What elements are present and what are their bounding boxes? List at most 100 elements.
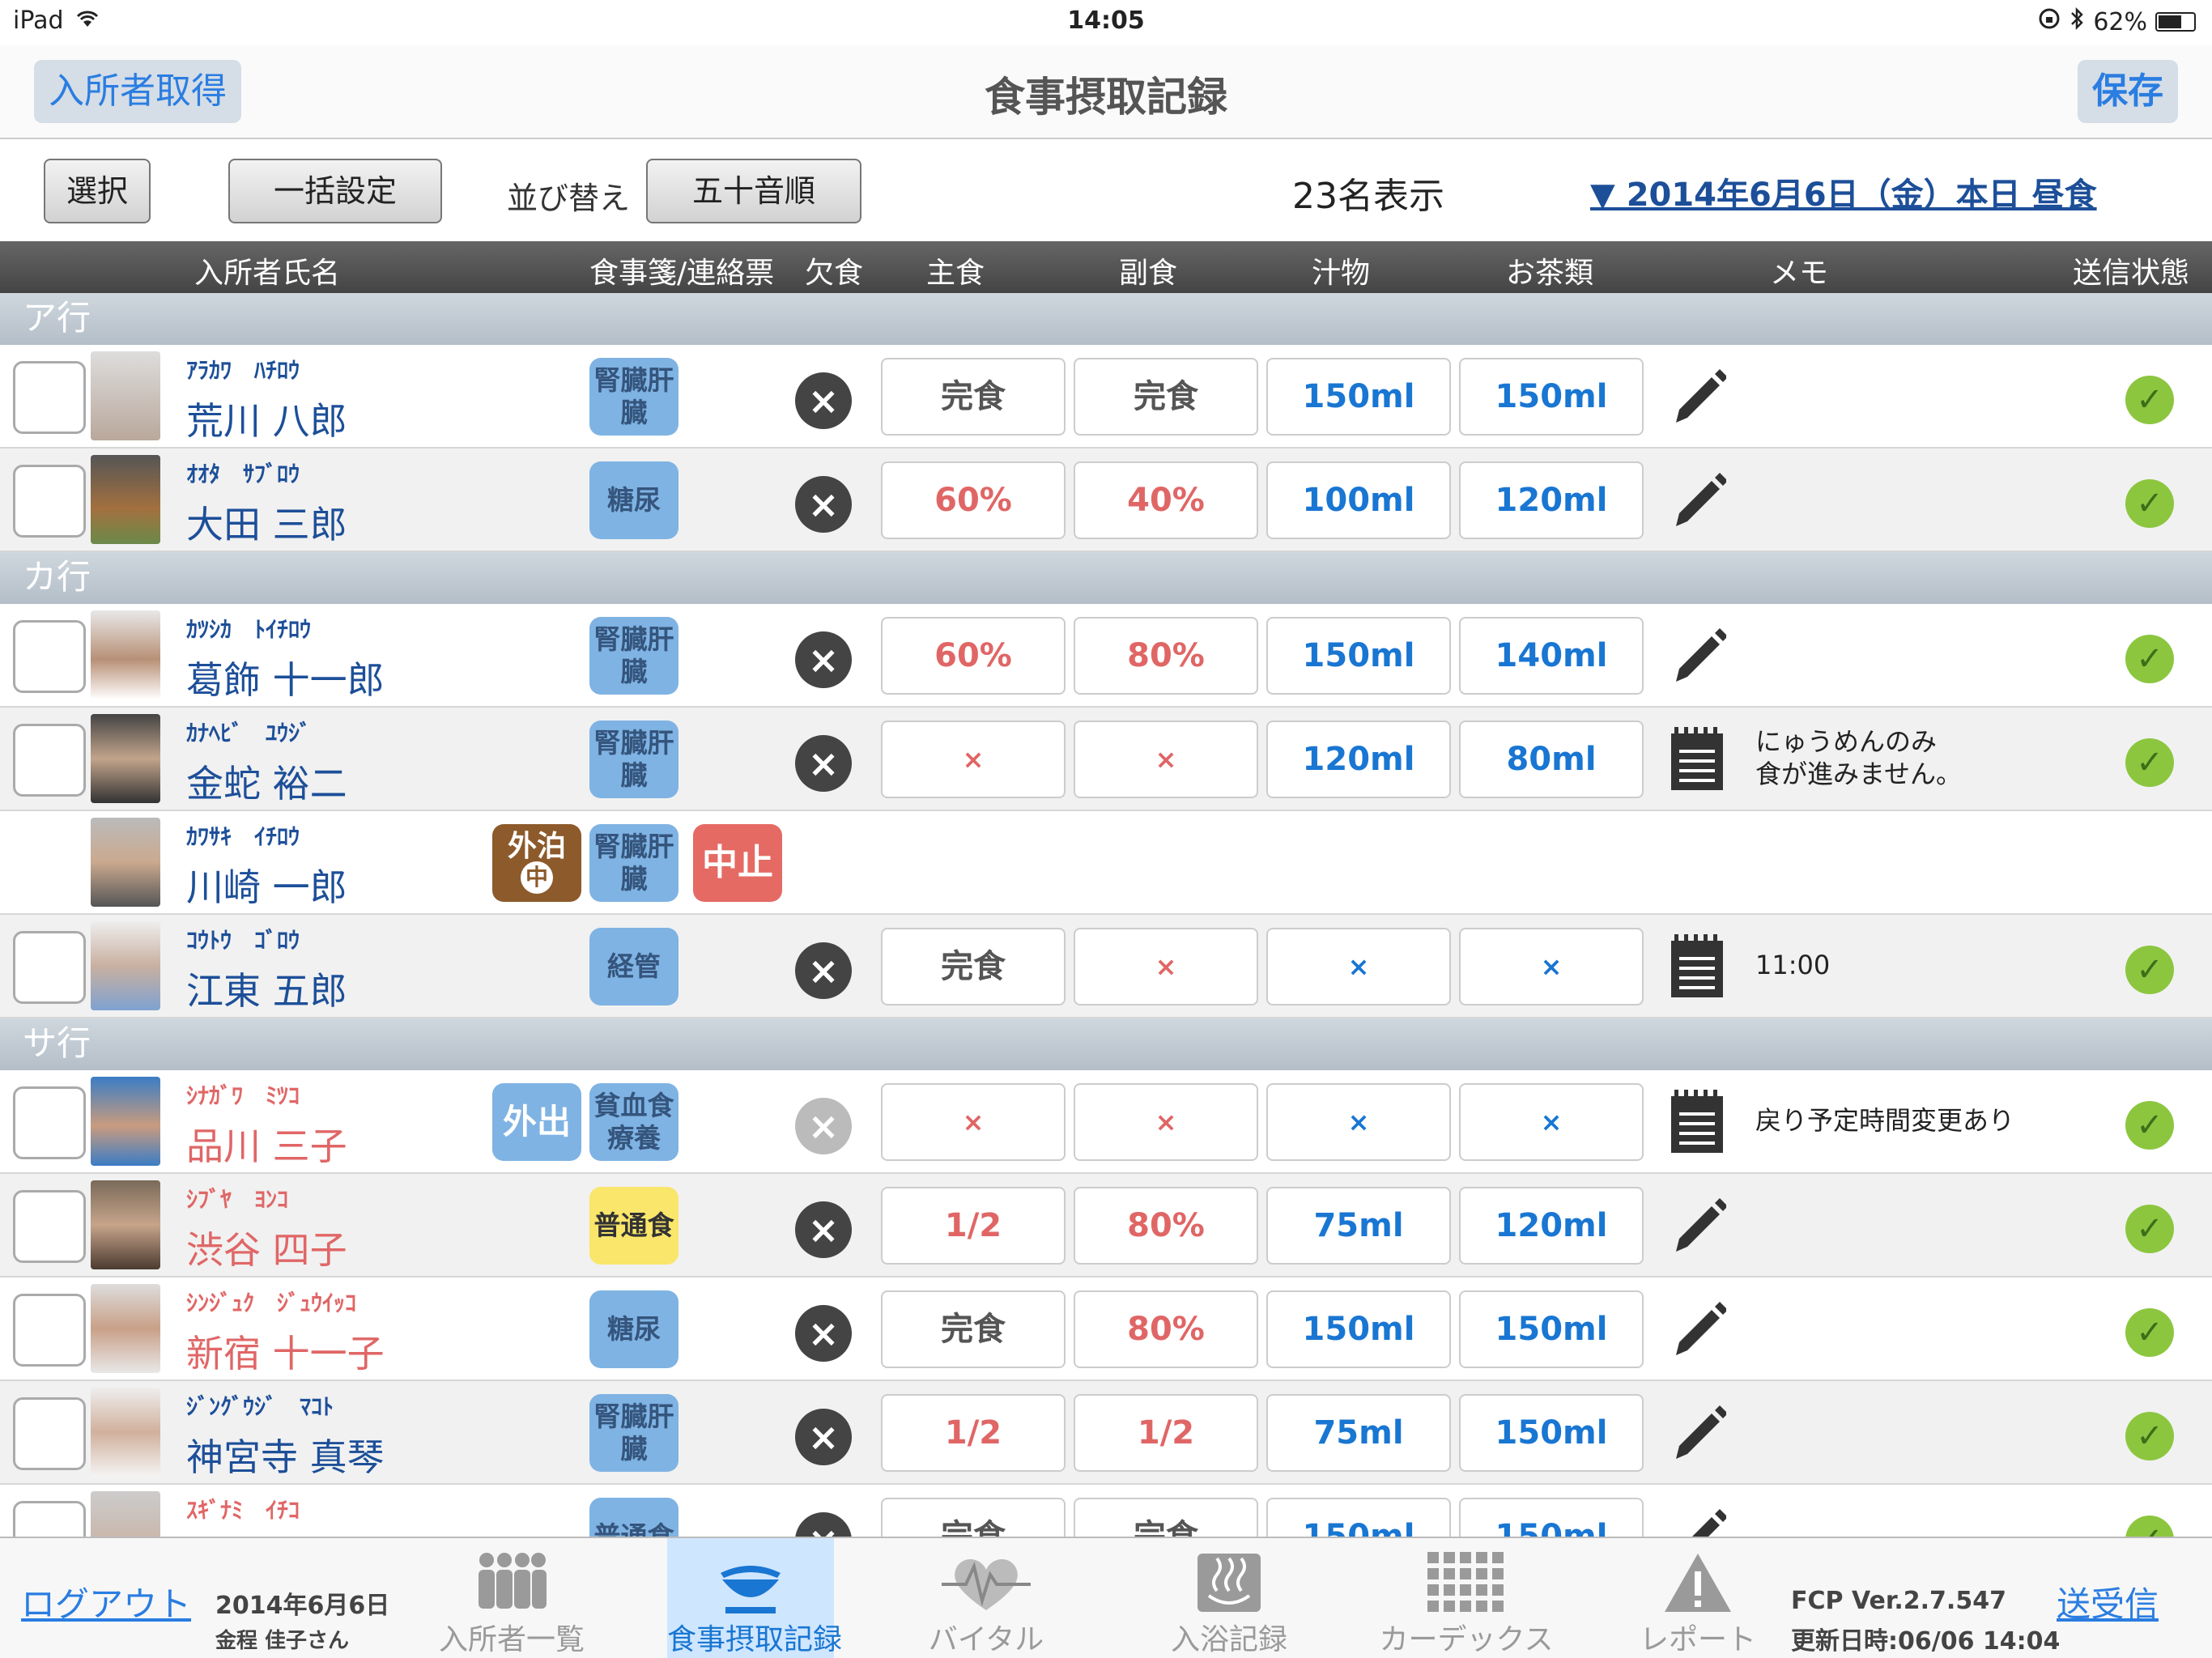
row-checkbox[interactable]	[13, 1086, 86, 1159]
main-dish-cell[interactable]: 1/2	[881, 1394, 1066, 1472]
tea-cell[interactable]: ×	[1459, 1083, 1644, 1161]
absent-icon[interactable]: ×	[795, 631, 852, 688]
tab-bath-record[interactable]: 入浴記録	[1142, 1538, 1317, 1658]
row-checkbox[interactable]	[13, 1190, 86, 1263]
sync-link[interactable]: 送受信	[2057, 1577, 2159, 1626]
tea-cell[interactable]: 150ml	[1459, 1498, 1644, 1537]
side-dish-cell[interactable]: 完食	[1074, 358, 1258, 436]
diet-ticket-tag[interactable]: 経管	[589, 928, 678, 1005]
side-dish-cell[interactable]: ×	[1074, 928, 1258, 1005]
soup-cell[interactable]: 150ml	[1266, 358, 1451, 436]
diet-ticket-tag[interactable]: 腎臓肝臓	[589, 721, 678, 798]
diet-ticket-tag[interactable]: 糖尿	[589, 1290, 678, 1368]
tab-vital[interactable]: バイタル	[899, 1538, 1074, 1658]
tea-cell[interactable]: ×	[1459, 928, 1644, 1005]
resident-row[interactable]: ｼﾝｼﾞｭｸ ｼﾞｭｳｲｯｺ 新宿 十一子 糖尿 × 完食 80% 150ml …	[0, 1278, 2212, 1381]
resident-row[interactable]: ｵｵﾀ ｻﾌﾞﾛｳ 大田 三郎 糖尿 × 60% 40% 100ml 120ml…	[0, 449, 2212, 552]
main-dish-cell[interactable]: ×	[881, 721, 1066, 798]
soup-cell[interactable]: 150ml	[1266, 1498, 1451, 1537]
side-dish-cell[interactable]: 80%	[1074, 1290, 1258, 1368]
main-dish-cell[interactable]: 完食	[881, 358, 1066, 436]
absent-icon[interactable]: ×	[795, 1201, 852, 1258]
row-checkbox[interactable]	[13, 465, 86, 538]
sort-order-button[interactable]: 五十音順	[646, 159, 861, 223]
tea-cell[interactable]: 80ml	[1459, 721, 1644, 798]
main-dish-cell[interactable]: ×	[881, 1083, 1066, 1161]
soup-cell[interactable]: 120ml	[1266, 721, 1451, 798]
resident-row[interactable]: ｼﾌﾞﾔ ﾖﾝｺ 渋谷 四子 普通食 × 1/2 80% 75ml 120ml …	[0, 1174, 2212, 1278]
notepad-icon[interactable]	[1668, 1090, 1726, 1154]
absent-icon[interactable]: ×	[795, 1098, 852, 1154]
tab-resident-list[interactable]: 入所者一覧	[424, 1538, 599, 1658]
side-dish-cell[interactable]: 80%	[1074, 1187, 1258, 1265]
main-dish-cell[interactable]: 完食	[881, 1498, 1066, 1537]
side-dish-cell[interactable]: ×	[1074, 721, 1258, 798]
diet-ticket-tag[interactable]: 普通食	[589, 1498, 678, 1537]
date-meal-selector[interactable]: ▼ 2014年6月6日（金）本日 昼食	[1590, 168, 2097, 215]
main-dish-cell[interactable]: 完食	[881, 1290, 1066, 1368]
row-checkbox[interactable]	[13, 931, 86, 1004]
notepad-icon[interactable]	[1668, 727, 1726, 792]
resident-list[interactable]: ア行 ｱﾗｶﾜ ﾊﾁﾛｳ 荒川 八郎 腎臓肝臓 × 完食 完食 150ml 15…	[0, 293, 2212, 1537]
tea-cell[interactable]: 140ml	[1459, 617, 1644, 695]
row-checkbox[interactable]	[13, 620, 86, 693]
main-dish-cell[interactable]: 1/2	[881, 1187, 1066, 1265]
save-button[interactable]: 保存	[2078, 60, 2178, 123]
absent-icon[interactable]: ×	[795, 372, 852, 429]
soup-cell[interactable]: 150ml	[1266, 617, 1451, 695]
resident-row[interactable]: ｼﾞﾝｸﾞｳｼﾞ ﾏｺﾄ 神宮寺 真琴 腎臓肝臓 × 1/2 1/2 75ml …	[0, 1381, 2212, 1485]
soup-cell[interactable]: ×	[1266, 928, 1451, 1005]
pencil-icon[interactable]	[1668, 1297, 1726, 1362]
select-button[interactable]: 選択	[44, 159, 151, 223]
absent-icon[interactable]: ×	[795, 735, 852, 792]
main-dish-cell[interactable]: 完食	[881, 928, 1066, 1005]
diet-ticket-tag[interactable]: 腎臓肝臓	[589, 358, 678, 436]
resident-row[interactable]: ｽｷﾞﾅﾐ ｲﾁｺ 普通食 × 完食 完食 150ml 150ml ✓	[0, 1485, 2212, 1537]
resident-row[interactable]: ｱﾗｶﾜ ﾊﾁﾛｳ 荒川 八郎 腎臓肝臓 × 完食 完食 150ml 150ml…	[0, 345, 2212, 449]
bulk-setting-button[interactable]: 一括設定	[228, 159, 442, 223]
resident-row[interactable]: ｶﾜｻｷ ｲﾁﾛｳ 川崎 一郎 外泊中 腎臓肝臓 中止	[0, 811, 2212, 915]
soup-cell[interactable]: 75ml	[1266, 1187, 1451, 1265]
notepad-icon[interactable]	[1668, 934, 1726, 999]
resident-row[interactable]: ｼﾅｶﾞﾜ ﾐﾂｺ 品川 三子 外出 貧血食 療養 × × × × × 戻り予定時…	[0, 1070, 2212, 1174]
diet-ticket-tag[interactable]: 糖尿	[589, 461, 678, 539]
tea-cell[interactable]: 150ml	[1459, 1394, 1644, 1472]
tea-cell[interactable]: 120ml	[1459, 1187, 1644, 1265]
soup-cell[interactable]: 75ml	[1266, 1394, 1451, 1472]
main-dish-cell[interactable]: 60%	[881, 461, 1066, 539]
row-checkbox[interactable]	[13, 724, 86, 797]
soup-cell[interactable]: 100ml	[1266, 461, 1451, 539]
row-checkbox[interactable]	[13, 1294, 86, 1367]
pencil-icon[interactable]	[1668, 364, 1726, 429]
pencil-icon[interactable]	[1668, 468, 1726, 533]
row-checkbox[interactable]	[13, 1501, 86, 1537]
resident-row[interactable]: ｶﾂｼｶ ﾄｲﾁﾛｳ 葛飾 十一郎 腎臓肝臓 × 60% 80% 150ml 1…	[0, 604, 2212, 708]
absent-icon[interactable]: ×	[795, 1409, 852, 1465]
resident-row[interactable]: ｺｳﾄｳ ｺﾞﾛｳ 江東 五郎 経管 × 完食 × × × 11:00 ✓	[0, 915, 2212, 1018]
tab-meal-record[interactable]: 食事摂取記録	[667, 1538, 842, 1658]
side-dish-cell[interactable]: 40%	[1074, 461, 1258, 539]
diet-ticket-tag[interactable]: 腎臓肝臓	[589, 617, 678, 695]
soup-cell[interactable]: 150ml	[1266, 1290, 1451, 1368]
tab-kardex[interactable]: カーデックス	[1373, 1538, 1559, 1658]
row-checkbox[interactable]	[13, 361, 86, 434]
absent-icon[interactable]: ×	[795, 1305, 852, 1362]
main-dish-cell[interactable]: 60%	[881, 617, 1066, 695]
side-dish-cell[interactable]: 完食	[1074, 1498, 1258, 1537]
diet-ticket-tag[interactable]: 腎臓肝臓	[589, 1394, 678, 1472]
side-dish-cell[interactable]: 1/2	[1074, 1394, 1258, 1472]
soup-cell[interactable]: ×	[1266, 1083, 1451, 1161]
diet-ticket-tag[interactable]: 普通食	[589, 1187, 678, 1265]
pencil-icon[interactable]	[1668, 1504, 1726, 1537]
side-dish-cell[interactable]: ×	[1074, 1083, 1258, 1161]
tea-cell[interactable]: 150ml	[1459, 358, 1644, 436]
logout-link[interactable]: ログアウト	[21, 1577, 191, 1626]
absent-icon[interactable]: ×	[795, 1512, 852, 1537]
diet-ticket-tag[interactable]: 貧血食 療養	[589, 1083, 678, 1161]
tab-report[interactable]: レポート	[1621, 1538, 1775, 1658]
diet-ticket-tag[interactable]: 腎臓肝臓	[589, 824, 678, 902]
side-dish-cell[interactable]: 80%	[1074, 617, 1258, 695]
tea-cell[interactable]: 120ml	[1459, 461, 1644, 539]
pencil-icon[interactable]	[1668, 1401, 1726, 1465]
absent-icon[interactable]: ×	[795, 942, 852, 999]
